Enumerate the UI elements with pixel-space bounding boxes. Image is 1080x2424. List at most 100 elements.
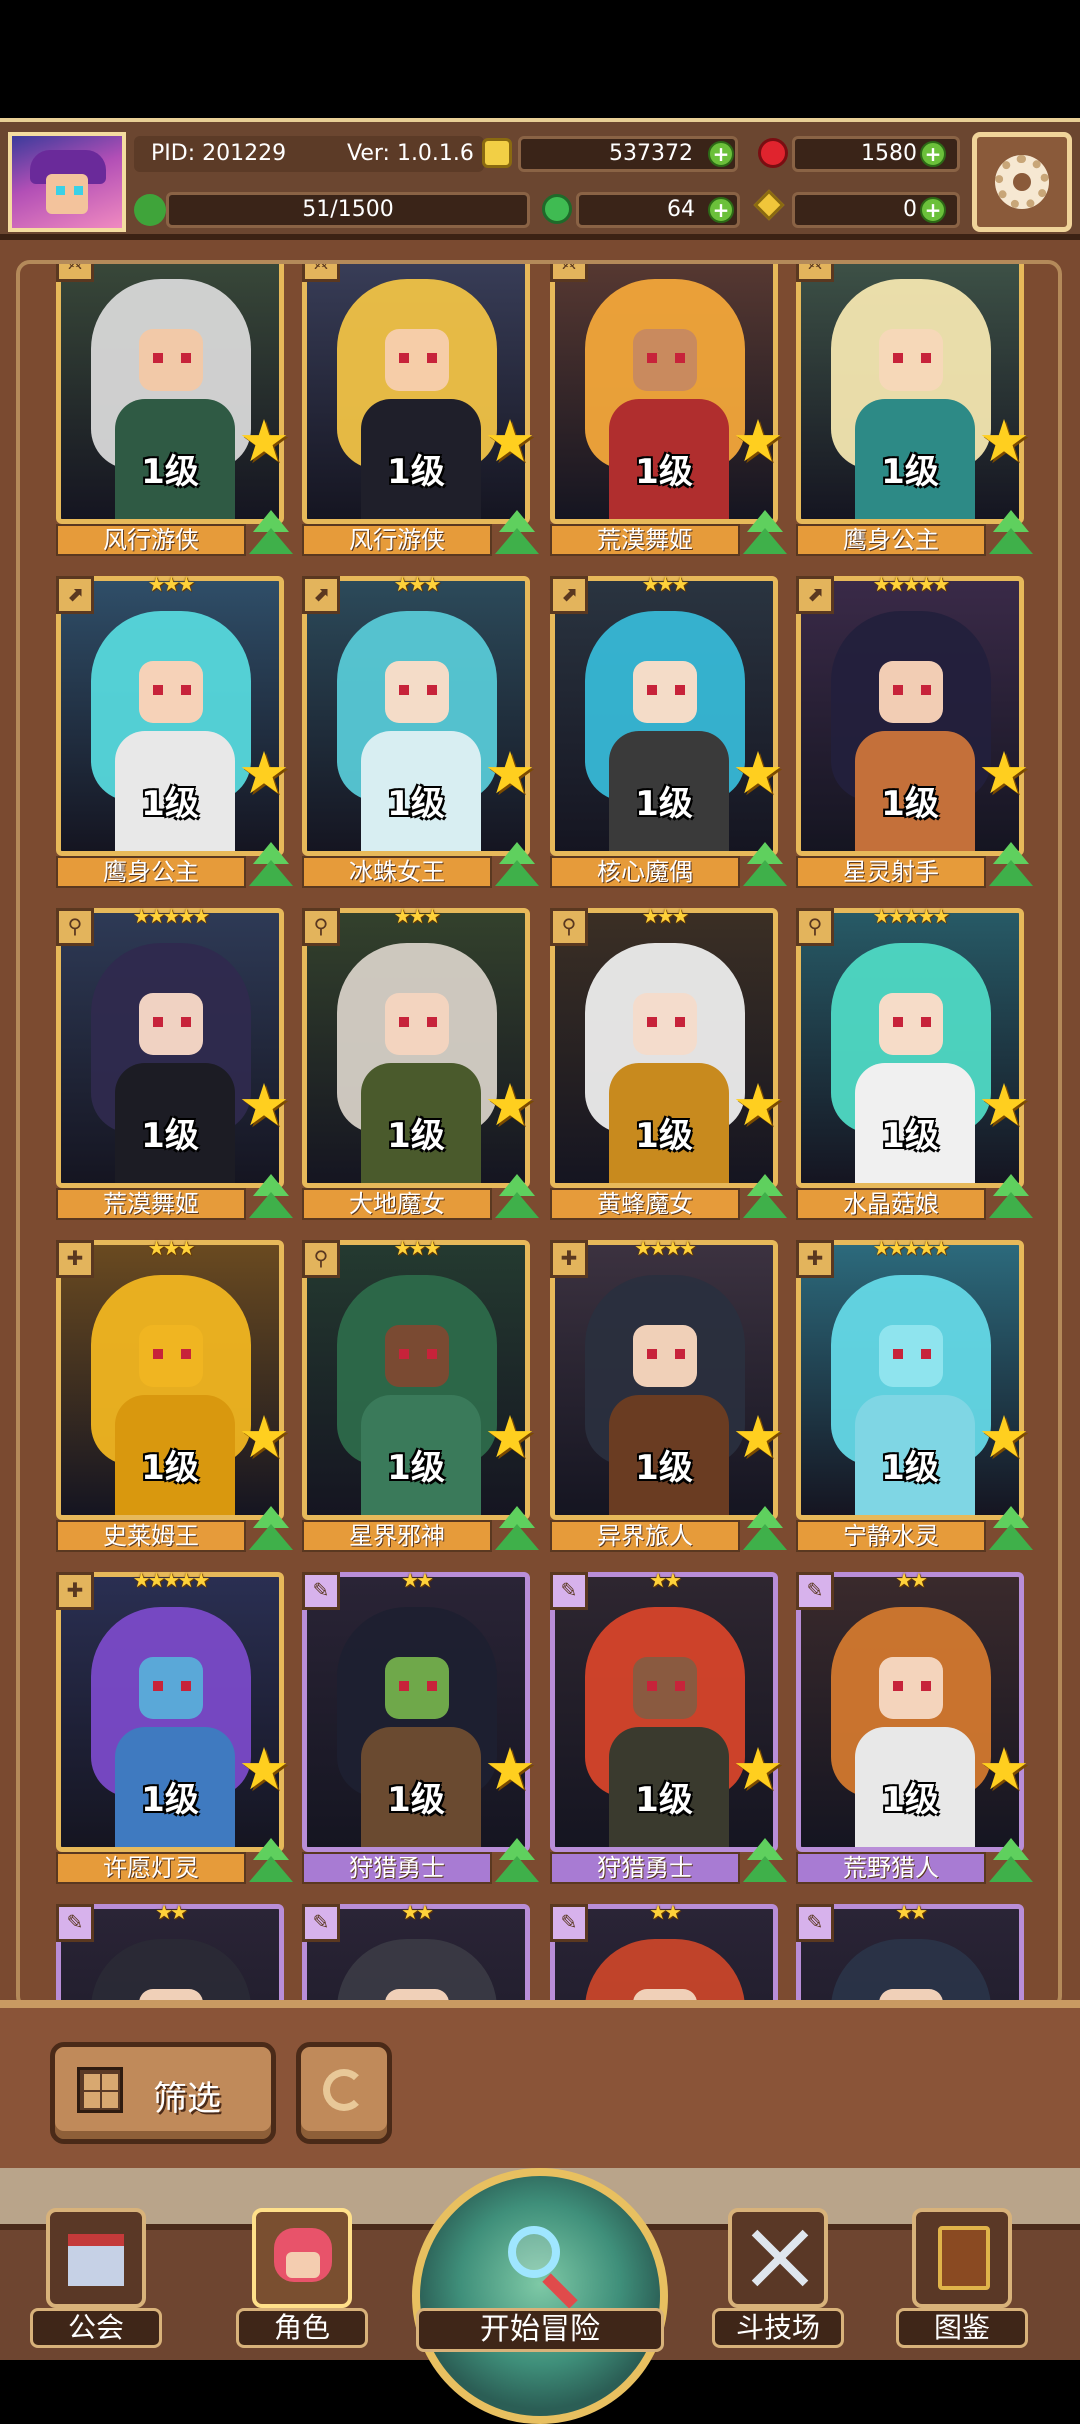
add-key-button[interactable]: +	[920, 197, 946, 223]
character-card[interactable]: ⚲ ★★★★★ 1级 ★ 水晶菇娘	[796, 904, 1033, 1220]
character-name: 异界旅人	[550, 1520, 740, 1552]
character-name: 水晶菇娘	[796, 1188, 986, 1220]
rarity-stars: ★★	[155, 1900, 188, 1924]
star-upgrade-icon: ★	[484, 1735, 536, 1803]
rarity-stars: ★★	[401, 1568, 434, 1592]
class-type-icon: ✚	[550, 1240, 588, 1278]
star-upgrade-icon: ★	[732, 1071, 784, 1139]
character-name: 核心魔偶	[550, 856, 740, 888]
character-name: 黄蜂魔女	[550, 1188, 740, 1220]
rarity-stars: ★★★★★	[872, 572, 951, 596]
class-type-icon: ✎	[796, 1572, 834, 1610]
character-card[interactable]: ✎ ★★ 1级 ★ 狩猎勇士	[302, 1568, 539, 1884]
version-text: Ver: 1.0.1.6	[347, 141, 474, 166]
character-card[interactable]: ✚ ★★★★★ 1级 ★ 许愿灯灵	[56, 1568, 293, 1884]
star-upgrade-icon: ★	[732, 739, 784, 807]
level-up-arrow-icon	[740, 842, 790, 890]
nav-label-guild: 公会	[30, 2308, 162, 2348]
character-card[interactable]: ⚔ 1级 ★ 风行游侠	[302, 264, 539, 556]
class-type-icon: ✎	[302, 1572, 340, 1610]
character-scroll-area[interactable]: ⚔ 1级 ★ 风行游侠 ⚔ 1级 ★ 风行游侠 ⚔ 1级 ★ 荒漠舞姬 ⚔ 1级 ★ 鹰身公主 ⬈ ★★★ 1级 ★ 鹰…	[16, 260, 1062, 2010]
refresh-icon	[323, 2069, 365, 2111]
nav-tab-guild[interactable]: 公会	[30, 2208, 162, 2348]
character-name: 风行游侠	[302, 524, 492, 556]
character-card[interactable]: ✎ ★★	[302, 1900, 530, 2006]
character-name: 鹰身公主	[56, 856, 246, 888]
rarity-stars: ★★	[649, 1900, 682, 1924]
player-avatar[interactable]	[8, 132, 126, 232]
class-type-icon: ⚲	[302, 908, 340, 946]
character-card[interactable]: ⬈ ★★★ 1级 ★ 冰蛛女王	[302, 572, 539, 888]
class-type-icon: ✎	[550, 1904, 588, 1942]
level-up-arrow-icon	[246, 1838, 296, 1886]
rarity-stars: ★★★	[147, 572, 196, 596]
refresh-button[interactable]	[296, 2042, 392, 2144]
class-type-icon: ✚	[56, 1240, 94, 1278]
character-name: 风行游侠	[56, 524, 246, 556]
character-card[interactable]: ⬈ ★★★ 1级 ★ 核心魔偶	[550, 572, 787, 888]
level-up-arrow-icon	[986, 1838, 1036, 1886]
character-card[interactable]: ✎ ★★	[56, 1900, 284, 2006]
star-upgrade-icon: ★	[978, 1403, 1030, 1471]
nav-tab-arena[interactable]: 斗技场	[712, 2208, 844, 2348]
level-up-arrow-icon	[740, 1838, 790, 1886]
class-type-icon: ⚔	[302, 264, 340, 282]
class-type-icon: ⬈	[550, 576, 588, 614]
star-upgrade-icon: ★	[978, 1735, 1030, 1803]
character-icon	[252, 2208, 352, 2308]
class-type-icon: ⚲	[56, 908, 94, 946]
character-name: 星界邪神	[302, 1520, 492, 1552]
character-card[interactable]: ⚲ ★★★ 1级 ★ 大地魔女	[302, 904, 539, 1220]
character-card[interactable]: ⚔ 1级 ★ 荒漠舞姬	[550, 264, 787, 556]
character-card[interactable]: ⚔ 1级 ★ 风行游侠	[56, 264, 293, 556]
class-type-icon: ⚔	[550, 264, 588, 282]
character-card[interactable]: ⚲ ★★★ 1级 ★ 黄蜂魔女	[550, 904, 787, 1220]
key-icon	[753, 189, 785, 221]
character-card[interactable]: ⬈ ★★★ 1级 ★ 鹰身公主	[56, 572, 293, 888]
level-up-arrow-icon	[986, 1174, 1036, 1222]
character-card[interactable]: ✎ ★★ 1级 ★ 狩猎勇士	[550, 1568, 787, 1884]
star-upgrade-icon: ★	[732, 1403, 784, 1471]
class-type-icon: ⚲	[550, 908, 588, 946]
clover-text: 64	[667, 197, 695, 222]
start-adventure-button[interactable]: 开始冒险	[412, 2168, 668, 2424]
character-card[interactable]: ⚲ ★★★ 1级 ★ 星界邪神	[302, 1236, 539, 1552]
character-card[interactable]: ✚ ★★★ 1级 ★ 史莱姆王	[56, 1236, 293, 1552]
rarity-stars: ★★★★★	[872, 1236, 951, 1260]
nav-tab-codex[interactable]: 图鉴	[896, 2208, 1028, 2348]
pid-text: PID: 201229	[151, 141, 287, 166]
level-up-arrow-icon	[740, 1174, 790, 1222]
rarity-stars: ★★★	[641, 904, 690, 928]
character-card[interactable]: ✚ ★★★★ 1级 ★ 异界旅人	[550, 1236, 787, 1552]
settings-button[interactable]	[972, 132, 1072, 232]
level-up-arrow-icon	[492, 510, 542, 558]
character-card[interactable]: ✚ ★★★★★ 1级 ★ 宁静水灵	[796, 1236, 1033, 1552]
class-type-icon: ✎	[550, 1572, 588, 1610]
add-clover-button[interactable]: +	[708, 197, 734, 223]
pid-bar: PID: 201229 Ver: 1.0.1.6	[134, 136, 484, 172]
nav-label-arena: 斗技场	[712, 2308, 844, 2348]
character-card[interactable]: ✎ ★★	[796, 1900, 1024, 2006]
key-text: 0	[903, 197, 917, 222]
level-up-arrow-icon	[740, 1506, 790, 1554]
character-card[interactable]: ⬈ ★★★★★ 1级 ★ 星灵射手	[796, 572, 1033, 888]
star-upgrade-icon: ★	[238, 739, 290, 807]
energy-text: 51/1500	[302, 197, 394, 222]
rarity-stars: ★★★	[393, 904, 442, 928]
class-type-icon: ⚲	[796, 908, 834, 946]
guild-icon	[46, 2208, 146, 2308]
add-gem-button[interactable]: +	[920, 141, 946, 167]
level-up-arrow-icon	[246, 510, 296, 558]
filter-button[interactable]: 筛选	[50, 2042, 276, 2144]
character-card[interactable]: ✎ ★★ 1级 ★ 荒野猎人	[796, 1568, 1033, 1884]
character-list-panel: ⚔ 1级 ★ 风行游侠 ⚔ 1级 ★ 风行游侠 ⚔ 1级 ★ 荒漠舞姬 ⚔ 1级 ★ 鹰身公主 ⬈ ★★★ 1级 ★ 鹰…	[0, 240, 1080, 2010]
character-card[interactable]: ⚲ ★★★★★ 1级 ★ 荒漠舞姬	[56, 904, 293, 1220]
level-up-arrow-icon	[986, 842, 1036, 890]
star-upgrade-icon: ★	[732, 1735, 784, 1803]
nav-tab-character[interactable]: 角色	[236, 2208, 368, 2348]
character-card[interactable]: ⚔ 1级 ★ 鹰身公主	[796, 264, 1033, 556]
character-card[interactable]: ✎ ★★	[550, 1900, 778, 2006]
add-gold-button[interactable]: +	[708, 141, 734, 167]
rarity-stars: ★★★★★	[132, 904, 211, 928]
filter-toolbar: 筛选	[0, 2000, 1080, 2168]
